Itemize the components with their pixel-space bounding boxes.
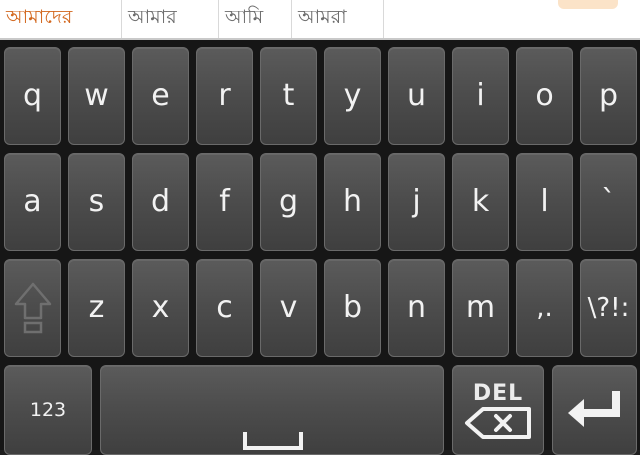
key-label: f <box>219 184 230 219</box>
key-label: r <box>218 78 231 113</box>
key-label: i <box>476 78 485 113</box>
delete-key-content: DEL <box>463 381 533 440</box>
delete-key[interactable]: DEL <box>452 365 544 455</box>
suggestion-item[interactable]: আমার <box>122 0 219 38</box>
key-label: u <box>406 78 426 113</box>
key-label: g <box>278 184 299 219</box>
key-label: p <box>598 78 619 113</box>
key-label: w <box>84 78 109 113</box>
key-label: c <box>216 290 233 325</box>
key-punctuation[interactable]: \?!: <box>580 259 637 357</box>
key-z[interactable]: z <box>68 259 125 357</box>
key-i[interactable]: i <box>452 47 509 145</box>
key-label: o <box>535 78 554 113</box>
backspace-icon <box>465 406 531 439</box>
key-n[interactable]: n <box>388 259 445 357</box>
key-label: e <box>151 78 170 113</box>
key-k[interactable]: k <box>452 153 509 251</box>
key-label: \?!: <box>587 293 630 323</box>
key-label: k <box>471 184 490 219</box>
key-a[interactable]: a <box>4 153 61 251</box>
key-l[interactable]: l <box>516 153 573 251</box>
key-q[interactable]: q <box>4 47 61 145</box>
suggestion-strip-tab <box>558 0 618 9</box>
suggestion-item[interactable]: আমাদের <box>0 0 122 38</box>
key-x[interactable]: x <box>132 259 189 357</box>
keyboard: q w e r t y u i o p a s d f g h j k l ` … <box>0 40 640 455</box>
key-label: j <box>412 184 421 219</box>
key-label: y <box>343 78 362 113</box>
key-label: l <box>540 184 549 219</box>
key-d[interactable]: d <box>132 153 189 251</box>
key-r[interactable]: r <box>196 47 253 145</box>
key-label: s <box>88 184 105 219</box>
key-p[interactable]: p <box>580 47 637 145</box>
key-label: q <box>22 78 43 113</box>
key-f[interactable]: f <box>196 153 253 251</box>
key-e[interactable]: e <box>132 47 189 145</box>
key-h[interactable]: h <box>324 153 381 251</box>
key-label: m <box>465 290 496 325</box>
enter-key[interactable] <box>552 365 637 455</box>
key-label: ,. <box>536 293 553 323</box>
key-comma-period[interactable]: ,. <box>516 259 573 357</box>
shift-icon <box>14 282 51 334</box>
key-label: x <box>151 290 170 325</box>
key-label: h <box>342 184 362 219</box>
key-label: z <box>88 290 105 325</box>
key-label: b <box>342 290 363 325</box>
key-j[interactable]: j <box>388 153 445 251</box>
key-label: a <box>23 184 42 219</box>
key-g[interactable]: g <box>260 153 317 251</box>
key-label: ` <box>601 184 616 219</box>
numbers-key[interactable]: 123 <box>4 365 92 455</box>
key-v[interactable]: v <box>260 259 317 357</box>
space-bar-icon <box>243 432 303 450</box>
suggestion-item[interactable]: আমরা <box>292 0 384 38</box>
key-label: n <box>406 290 426 325</box>
suggestion-item[interactable]: আমি <box>219 0 292 38</box>
delete-key-label: DEL <box>472 380 524 406</box>
key-o[interactable]: o <box>516 47 573 145</box>
key-c[interactable]: c <box>196 259 253 357</box>
key-m[interactable]: m <box>452 259 509 357</box>
key-s[interactable]: s <box>68 153 125 251</box>
key-y[interactable]: y <box>324 47 381 145</box>
key-u[interactable]: u <box>388 47 445 145</box>
suggestion-strip: আমাদের আমার আমি আমরা <box>0 0 640 40</box>
key-backtick[interactable]: ` <box>580 153 637 251</box>
key-label: d <box>150 184 171 219</box>
shift-key[interactable] <box>4 259 61 357</box>
key-b[interactable]: b <box>324 259 381 357</box>
space-bar[interactable] <box>100 365 444 455</box>
key-w[interactable]: w <box>68 47 125 145</box>
key-label: t <box>282 78 295 113</box>
key-t[interactable]: t <box>260 47 317 145</box>
key-label: v <box>279 290 298 325</box>
enter-icon <box>567 391 620 427</box>
numbers-key-label: 123 <box>29 398 67 421</box>
